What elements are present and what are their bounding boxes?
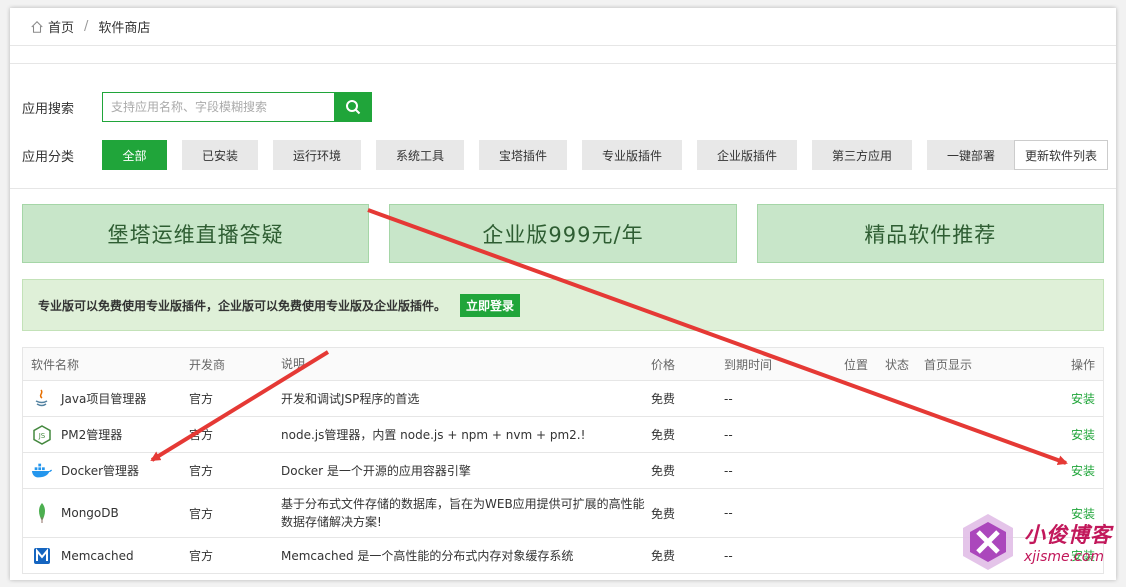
refresh-list-button[interactable]: 更新软件列表	[1014, 140, 1108, 170]
banner-recommended[interactable]: 精品软件推荐	[756, 204, 1104, 263]
price: 免费	[651, 464, 676, 478]
watermark-cn: 小俊博客	[1024, 523, 1112, 547]
category-installed[interactable]: 已安装	[182, 140, 258, 170]
breadcrumb-separator: /	[84, 19, 89, 34]
description: 基于分布式文件存储的数据库，旨在为WEB应用提供可扩展的高性能数据存储解决方案!	[281, 497, 645, 529]
description: 开发和调试JSP程序的首选	[281, 391, 420, 406]
header-status: 状态	[885, 357, 910, 372]
expiry: --	[724, 427, 733, 442]
price: 免费	[651, 428, 676, 442]
expiry: --	[724, 391, 733, 406]
watermark-en: xjisme.com	[1024, 549, 1104, 565]
developer: 官方	[189, 392, 214, 406]
memcached-icon	[31, 545, 53, 567]
price: 免费	[651, 549, 676, 563]
header-developer: 开发商	[189, 357, 226, 372]
watermark: 小俊博客 xjisme.com	[958, 512, 1112, 572]
category-all[interactable]: 全部	[102, 140, 167, 170]
software-table: 软件名称 开发商 说明 价格 到期时间 位置 状态 首页显示 操作 Java项目…	[22, 347, 1104, 574]
table-row: Docker管理器 官方 Docker 是一个开源的应用容器引擎 免费 -- 安…	[23, 453, 1103, 489]
search-row: 应用搜索	[10, 90, 1116, 124]
header-expiry: 到期时间	[724, 357, 773, 372]
table-row: Memcached 官方 Memcached 是一个高性能的分布式内存对象缓存系…	[23, 538, 1103, 574]
banner-enterprise[interactable]: 企业版999元/年	[389, 204, 737, 263]
table-row: MongoDB 官方 基于分布式文件存储的数据库，旨在为WEB应用提供可扩展的高…	[23, 489, 1103, 538]
java-icon	[31, 388, 53, 410]
developer: 官方	[189, 549, 214, 563]
app-name[interactable]: Java项目管理器	[61, 390, 146, 407]
price: 免费	[651, 392, 676, 406]
table-header: 软件名称 开发商 说明 价格 到期时间 位置 状态 首页显示 操作	[23, 348, 1103, 381]
pm2-icon: JS	[31, 424, 53, 446]
header-description: 说明	[281, 357, 306, 371]
header-homepage: 首页显示	[924, 357, 973, 372]
expiry: --	[724, 506, 733, 520]
developer: 官方	[189, 464, 214, 478]
price: 免费	[651, 506, 676, 521]
description: Memcached 是一个高性能的分布式内存对象缓存系统	[281, 548, 574, 563]
app-name[interactable]: Docker管理器	[61, 462, 139, 479]
banner-live-qa[interactable]: 堡塔运维直播答疑	[22, 204, 370, 263]
app-name[interactable]: PM2管理器	[61, 426, 122, 443]
home-icon[interactable]	[30, 20, 44, 34]
watermark-logo-icon	[963, 514, 1013, 570]
category-runtime[interactable]: 运行环境	[273, 140, 361, 170]
description: node.js管理器，内置 node.js + npm + nvm + pm2.…	[281, 427, 586, 442]
expiry: --	[724, 548, 733, 563]
install-button[interactable]: 安装	[1071, 428, 1095, 442]
category-enterprise-plugins[interactable]: 企业版插件	[697, 140, 797, 170]
notice-bar: 专业版可以免费使用专业版插件，企业版可以免费使用专业版及企业版插件。 立即登录	[22, 279, 1104, 331]
header-action: 操作	[1070, 357, 1095, 372]
svg-text:JS: JS	[38, 432, 46, 440]
category-row: 应用分类 全部 已安装 运行环境 系统工具 宝塔插件 专业版插件 企业版插件 第…	[10, 140, 1116, 170]
install-button[interactable]: 安装	[1071, 392, 1095, 406]
developer: 官方	[189, 428, 214, 442]
header-position: 位置	[844, 357, 869, 372]
breadcrumb: 首页 / 软件商店	[10, 8, 1116, 46]
breadcrumb-current: 软件商店	[98, 21, 151, 36]
search-icon	[346, 100, 361, 115]
description: Docker 是一个开源的应用容器引擎	[281, 463, 471, 478]
search-input[interactable]	[102, 92, 334, 122]
header-name: 软件名称	[31, 357, 80, 372]
app-name[interactable]: Memcached	[61, 549, 134, 563]
mongodb-icon	[31, 502, 53, 524]
install-button[interactable]: 安装	[1071, 464, 1095, 478]
table-row: JS PM2管理器 官方 node.js管理器，内置 node.js + npm…	[23, 417, 1103, 453]
search-button[interactable]	[334, 92, 372, 122]
banner-row: 堡塔运维直播答疑 企业版999元/年 精品软件推荐	[10, 189, 1116, 263]
breadcrumb-home[interactable]: 首页	[48, 17, 74, 36]
category-pro-plugins[interactable]: 专业版插件	[582, 140, 682, 170]
category-third-party[interactable]: 第三方应用	[812, 140, 912, 170]
category-system-tools[interactable]: 系统工具	[376, 140, 464, 170]
notice-text: 专业版可以免费使用专业版插件，企业版可以免费使用专业版及企业版插件。	[38, 298, 447, 313]
search-label: 应用搜索	[22, 101, 75, 117]
expiry: --	[724, 463, 733, 478]
category-label: 应用分类	[22, 149, 75, 165]
developer: 官方	[189, 506, 214, 521]
docker-icon	[31, 460, 53, 482]
category-one-click-deploy[interactable]: 一键部署	[927, 140, 1015, 170]
app-name[interactable]: MongoDB	[61, 506, 119, 520]
spacer	[10, 46, 1116, 64]
table-row: Java项目管理器 官方 开发和调试JSP程序的首选 免费 -- 安装	[23, 381, 1103, 417]
login-button[interactable]: 立即登录	[460, 293, 521, 317]
header-price: 价格	[651, 357, 676, 372]
category-bt-plugins[interactable]: 宝塔插件	[479, 140, 567, 170]
category-buttons: 全部 已安装 运行环境 系统工具 宝塔插件 专业版插件 企业版插件 第三方应用 …	[102, 140, 1015, 170]
app-window: 首页 / 软件商店 应用搜索 应用分类 全部 已安装 运行环境 系统工具 宝塔插…	[10, 8, 1116, 580]
